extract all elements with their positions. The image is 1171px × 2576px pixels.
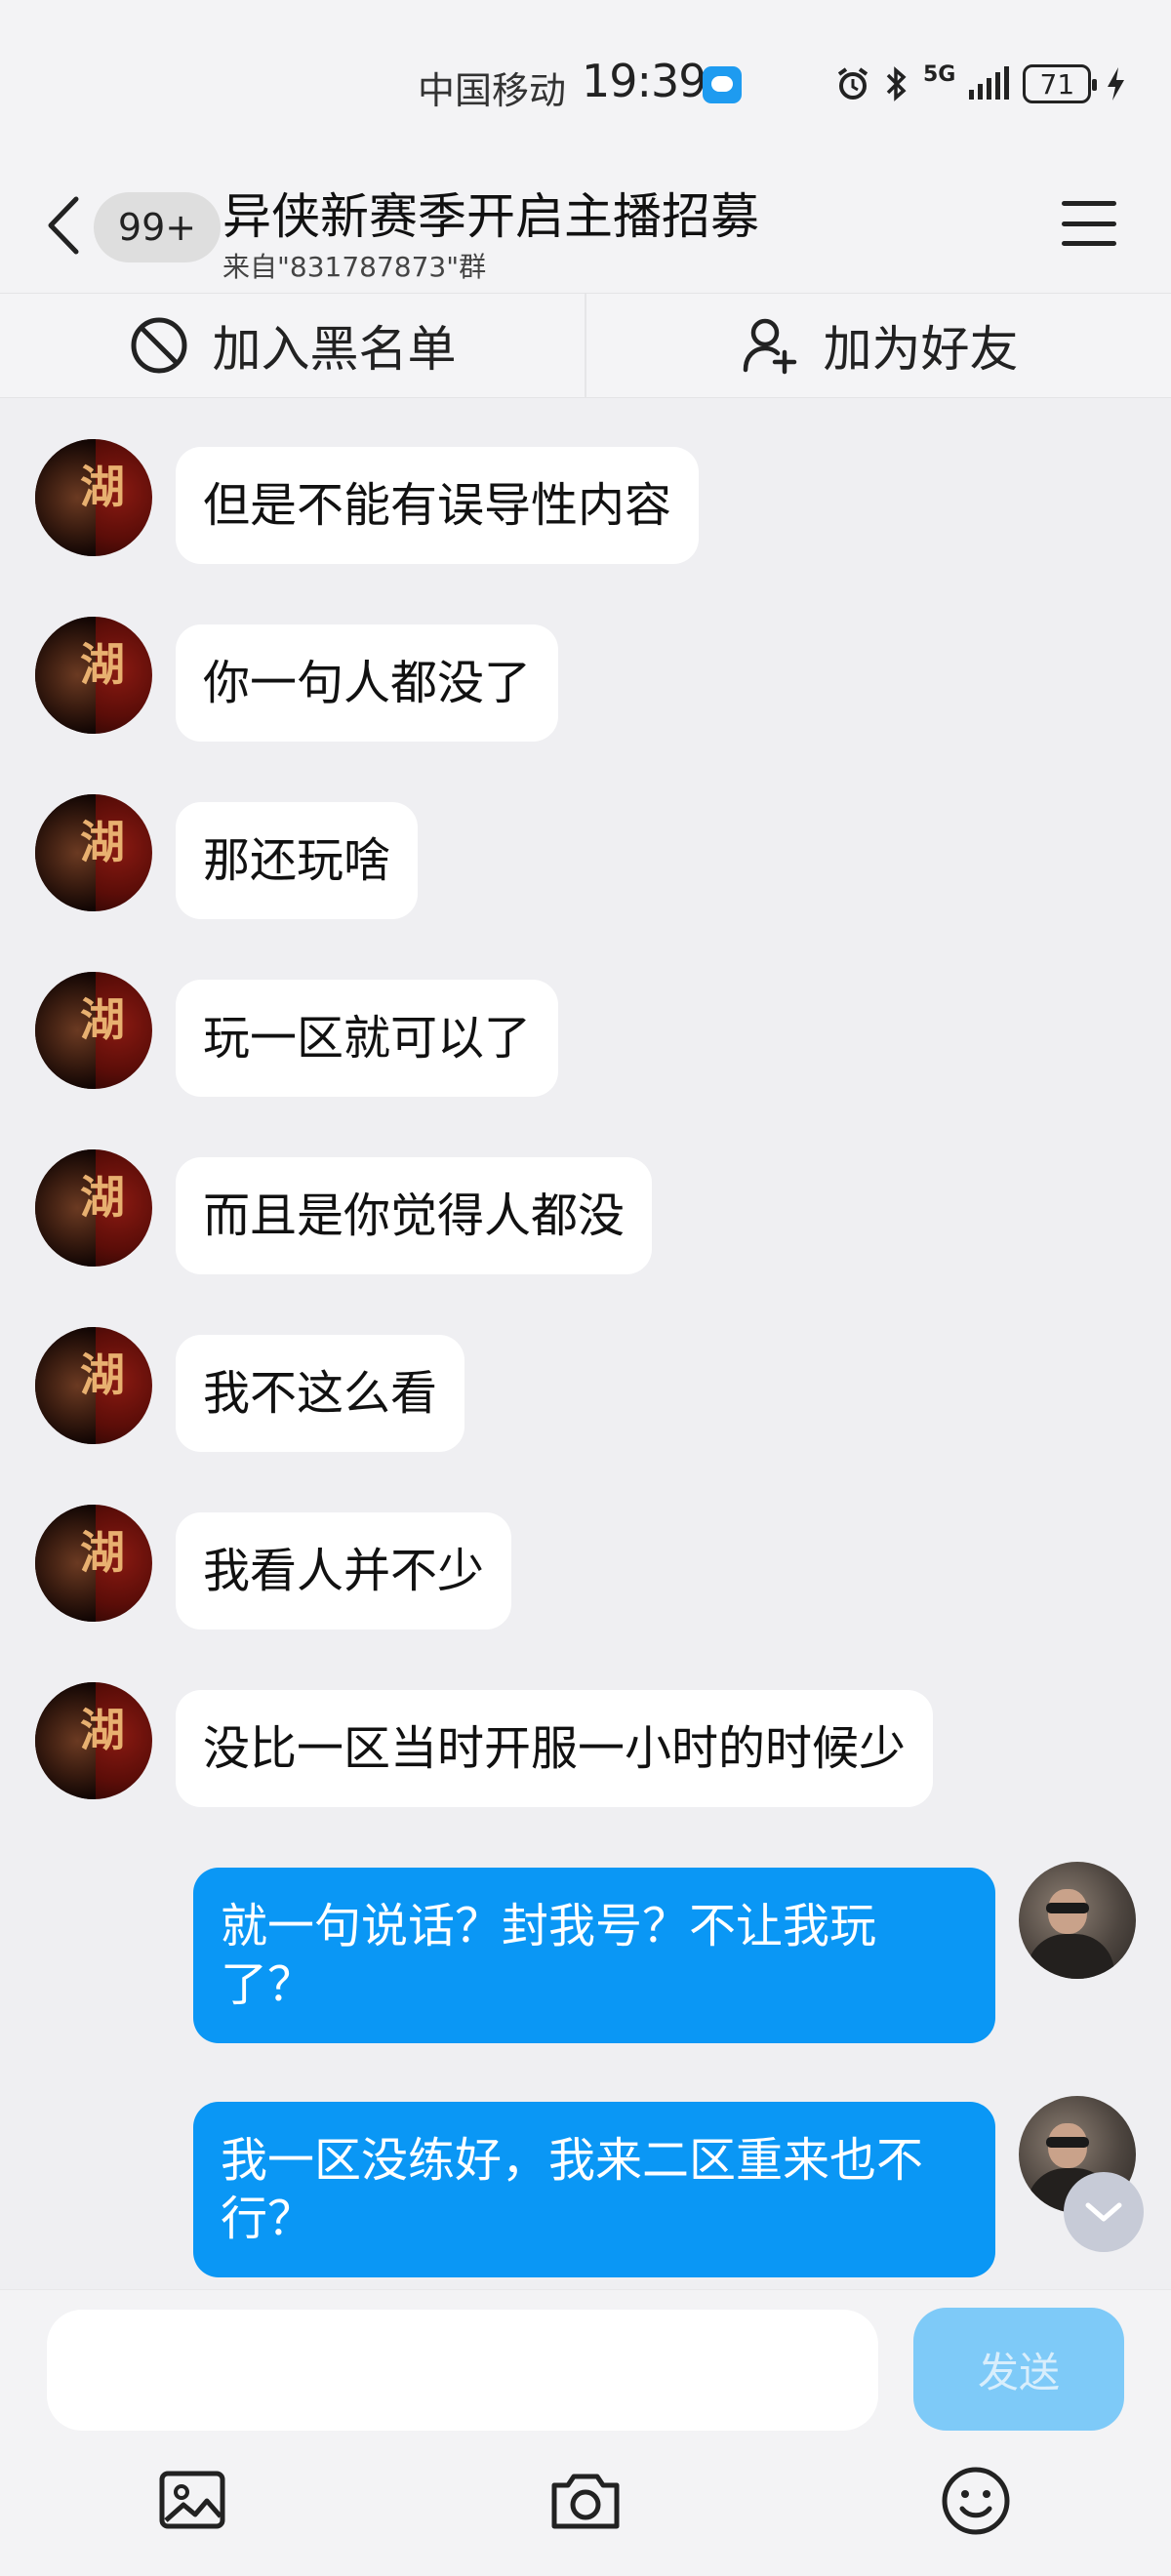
chat-title: 异侠新赛季开启主播招募 [222, 188, 759, 245]
self-avatar[interactable] [1019, 1862, 1136, 1979]
message-notification-icon [703, 66, 742, 103]
composer: 发送 [0, 2289, 1171, 2576]
message-bubble[interactable]: 但是不能有误导性内容 [176, 447, 700, 564]
chevron-left-icon[interactable] [39, 191, 90, 260]
charging-icon [1108, 67, 1125, 101]
battery-level: 71 [1039, 67, 1075, 101]
chat-screen: 中国移动 19:39 5G 71 99+ 异侠新赛季开启主播招募 来自"8317… [0, 0, 1171, 2576]
message-bubble[interactable]: 我看人并不少 [176, 1512, 512, 1630]
sender-avatar[interactable]: 湖 [35, 972, 152, 1089]
add-friend-button[interactable]: 加为好友 [585, 294, 1171, 397]
sender-avatar[interactable]: 湖 [35, 1505, 152, 1622]
message-bubble-self[interactable]: 我一区没练好，我来二区重来也不行？ [193, 2102, 995, 2277]
message-input[interactable] [47, 2310, 878, 2431]
message-bubble[interactable]: 而且是你觉得人都没 [176, 1157, 653, 1274]
add-to-blacklist-label: 加入黑名单 [212, 321, 457, 378]
person-add-icon [743, 318, 796, 375]
stranger-action-bar: 加入黑名单 加为好友 [0, 293, 1171, 398]
image-icon[interactable] [156, 2462, 234, 2540]
bluetooth-icon [886, 66, 907, 101]
message-bubble[interactable]: 玩一区就可以了 [176, 980, 559, 1097]
scroll-to-bottom-button[interactable] [1064, 2172, 1144, 2252]
chat-subtitle: 来自"831787873"群 [222, 251, 487, 283]
sender-avatar[interactable]: 湖 [35, 1682, 152, 1799]
sender-avatar[interactable]: 湖 [35, 1327, 152, 1444]
add-friend-label: 加为好友 [823, 321, 1019, 378]
message-bubble[interactable]: 没比一区当时开服一小时的时候少 [176, 1690, 934, 1807]
message-bubble[interactable]: 你一句人都没了 [176, 624, 559, 742]
status-bar: 中国移动 19:39 5G 71 [0, 0, 1171, 156]
add-to-blacklist-button[interactable]: 加入黑名单 [0, 294, 585, 397]
carrier-label: 中国移动 [418, 69, 567, 112]
unread-count-badge[interactable]: 99+ [94, 192, 221, 262]
send-button[interactable]: 发送 [913, 2308, 1124, 2431]
message-bubble[interactable]: 那还玩啥 [176, 802, 419, 919]
battery-icon: 71 [1023, 64, 1098, 103]
network-type-label: 5G [923, 62, 956, 87]
hamburger-menu-icon[interactable] [1062, 201, 1116, 246]
camera-icon[interactable] [546, 2462, 625, 2540]
sender-avatar[interactable]: 湖 [35, 617, 152, 734]
chat-header: 99+ 异侠新赛季开启主播招募 来自"831787873"群 [0, 156, 1171, 293]
system-icons: 5G 71 [835, 62, 1126, 105]
sender-avatar[interactable]: 湖 [35, 1149, 152, 1267]
smiley-icon[interactable] [937, 2462, 1015, 2540]
chevron-down-icon [1085, 2202, 1122, 2222]
message-bubble[interactable]: 我不这么看 [176, 1335, 465, 1452]
sender-avatar[interactable]: 湖 [35, 794, 152, 911]
clock: 19:39 [582, 55, 707, 107]
signal-icon [969, 66, 1010, 100]
block-icon [131, 317, 186, 374]
alarm-icon [837, 67, 868, 100]
message-bubble-self[interactable]: 就一句说话？封我号？不让我玩了？ [193, 1868, 995, 2043]
sender-avatar[interactable]: 湖 [35, 439, 152, 556]
